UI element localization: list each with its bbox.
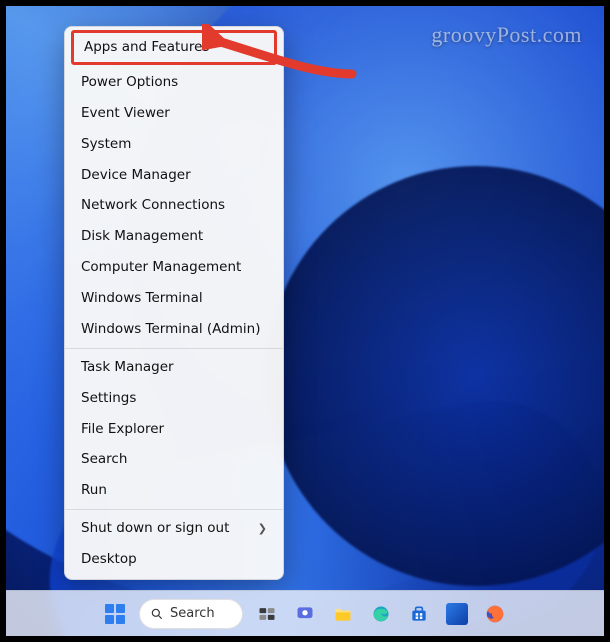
menu-item-label: Event Viewer xyxy=(81,105,170,122)
desktop-frame: groovyPost.com Apps and Features Power O… xyxy=(6,6,604,636)
store-icon xyxy=(409,604,429,624)
taskbar-icon-app[interactable] xyxy=(443,600,471,628)
menu-item-label: Apps and Features xyxy=(84,39,209,56)
menu-item-label: File Explorer xyxy=(81,421,164,438)
menu-item-label: Run xyxy=(81,482,107,499)
menu-item-windows-terminal-admin[interactable]: Windows Terminal (Admin) xyxy=(65,314,283,345)
task-view-icon xyxy=(257,604,277,624)
menu-item-label: Desktop xyxy=(81,551,137,568)
menu-item-label: Task Manager xyxy=(81,359,174,376)
taskbar-icon-firefox[interactable] xyxy=(481,600,509,628)
menu-item-event-viewer[interactable]: Event Viewer xyxy=(65,98,283,129)
menu-item-disk-management[interactable]: Disk Management xyxy=(65,221,283,252)
menu-item-label: Disk Management xyxy=(81,228,203,245)
edge-icon xyxy=(371,604,391,624)
menu-item-label: System xyxy=(81,136,131,153)
taskbar-icon-chat[interactable] xyxy=(291,600,319,628)
menu-item-run[interactable]: Run xyxy=(65,475,283,506)
menu-item-label: Settings xyxy=(81,390,136,407)
menu-item-settings[interactable]: Settings xyxy=(65,383,283,414)
menu-item-label: Shut down or sign out xyxy=(81,520,229,537)
menu-item-apps-and-features[interactable]: Apps and Features xyxy=(74,33,274,62)
taskbar-icon-store[interactable] xyxy=(405,600,433,628)
menu-item-power-options[interactable]: Power Options xyxy=(65,67,283,98)
menu-item-network-connections[interactable]: Network Connections xyxy=(65,190,283,221)
taskbar-icon-file-explorer[interactable] xyxy=(329,600,357,628)
taskbar-icon-task-view[interactable] xyxy=(253,600,281,628)
folder-icon xyxy=(333,604,353,624)
menu-item-label: Windows Terminal xyxy=(81,290,203,307)
menu-item-label: Power Options xyxy=(81,74,178,91)
menu-item-desktop[interactable]: Desktop xyxy=(65,544,283,575)
menu-item-label: Network Connections xyxy=(81,197,225,214)
menu-item-label: Computer Management xyxy=(81,259,241,276)
menu-item-task-manager[interactable]: Task Manager xyxy=(65,352,283,383)
firefox-icon xyxy=(484,603,506,625)
menu-item-label: Search xyxy=(81,451,127,468)
menu-item-label: Windows Terminal (Admin) xyxy=(81,321,260,338)
menu-separator xyxy=(65,348,283,349)
menu-item-computer-management[interactable]: Computer Management xyxy=(65,252,283,283)
taskbar-icon-edge[interactable] xyxy=(367,600,395,628)
annotation-highlight: Apps and Features xyxy=(71,30,277,65)
menu-item-shut-down-or-sign-out[interactable]: Shut down or sign out ❯ xyxy=(65,513,283,544)
chat-icon xyxy=(295,604,315,624)
menu-item-system[interactable]: System xyxy=(65,129,283,160)
menu-separator xyxy=(65,509,283,510)
menu-item-search[interactable]: Search xyxy=(65,444,283,475)
taskbar-search[interactable]: Search xyxy=(139,599,243,629)
taskbar: Search xyxy=(6,590,604,636)
menu-item-label: Device Manager xyxy=(81,167,191,184)
menu-item-file-explorer[interactable]: File Explorer xyxy=(65,414,283,445)
menu-item-device-manager[interactable]: Device Manager xyxy=(65,160,283,191)
app-icon xyxy=(446,603,468,625)
windows-logo-icon xyxy=(101,600,129,628)
menu-item-windows-terminal[interactable]: Windows Terminal xyxy=(65,283,283,314)
winx-context-menu: Apps and Features Power Options Event Vi… xyxy=(64,26,284,580)
taskbar-search-label: Search xyxy=(170,606,215,621)
start-button[interactable] xyxy=(101,600,129,628)
chevron-right-icon: ❯ xyxy=(258,522,267,536)
search-icon xyxy=(150,607,164,621)
